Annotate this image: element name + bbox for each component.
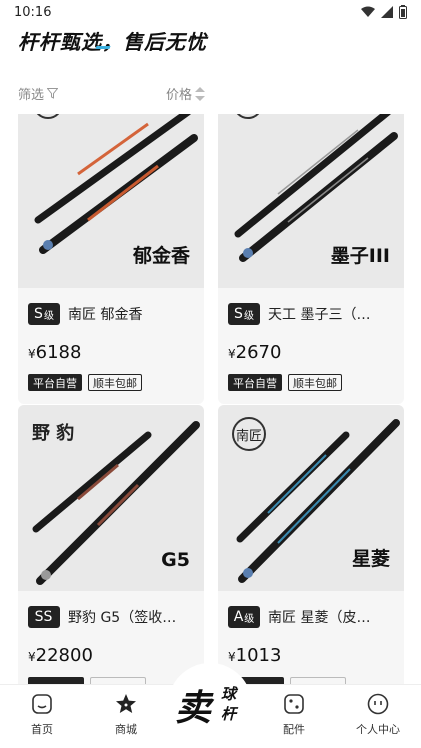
dice-icon xyxy=(284,694,304,714)
price-sort-label: 价格 xyxy=(166,88,193,103)
brand-seal: 南匠 xyxy=(232,417,266,451)
sell-sub-label-2: 杆 xyxy=(221,705,237,723)
sell-cue-button[interactable]: 卖 球 杆 xyxy=(168,663,252,747)
home-icon xyxy=(32,694,52,714)
sort-icon xyxy=(195,86,206,101)
nav-parts[interactable]: 配件 xyxy=(264,693,324,737)
product-title: 南匠 郁金香 xyxy=(68,307,143,323)
status-bar: 10:16 xyxy=(0,0,421,24)
smile-icon xyxy=(367,693,389,715)
nav-profile[interactable]: 个人中心 xyxy=(348,693,408,737)
product-title: 天工 墨子三（… xyxy=(268,307,371,323)
nav-home-label: 首页 xyxy=(31,723,53,736)
filter-label: 筛选 xyxy=(18,88,45,103)
nav-mall-label: 商城 xyxy=(115,723,137,736)
grade-badge: S级 xyxy=(28,303,60,325)
filter-bar: 筛选 价格 xyxy=(0,84,421,108)
product-price: ¥22800 xyxy=(28,645,93,666)
sell-label: 卖 xyxy=(175,688,212,729)
grade-badge: SS xyxy=(28,606,60,628)
product-title: 野豹 G5（签收… xyxy=(68,610,177,626)
product-image: 墨子III xyxy=(218,114,404,288)
product-card[interactable]: 郁金香 S级 南匠 郁金香 ¥6188 平台自营 顺丰包邮 xyxy=(18,114,204,404)
image-caption: G5 xyxy=(161,549,190,571)
tag-self-operated xyxy=(28,677,84,684)
grade-badge: A级 xyxy=(228,606,260,628)
wifi-icon xyxy=(361,6,375,17)
image-caption: 郁金香 xyxy=(132,245,190,267)
product-card[interactable]: 南匠 星菱 A级 南匠 星菱（皮… ¥1013 xyxy=(218,405,404,684)
nav-profile-label: 个人中心 xyxy=(356,723,400,736)
product-grid: 郁金香 S级 南匠 郁金香 ¥6188 平台自营 顺丰包邮 墨子III S 级 … xyxy=(0,114,421,684)
page-title: 杆杆甄选，售后无忧 xyxy=(18,30,207,54)
tag-free-shipping: 顺丰包邮 xyxy=(88,374,142,391)
nav-mall[interactable]: 商城 xyxy=(96,693,156,737)
image-caption: 星菱 xyxy=(351,548,390,570)
product-price: ¥2670 xyxy=(228,342,282,363)
status-time: 10:16 xyxy=(14,4,52,20)
tag-self-operated: 平台自营 xyxy=(28,374,82,391)
product-title: 南匠 星菱（皮… xyxy=(268,610,371,626)
price-sort-button[interactable]: 价格 xyxy=(166,84,206,103)
nav-home[interactable]: 首页 xyxy=(12,693,72,737)
product-card[interactable]: 野 豹 G5 SS 野豹 G5（签收… ¥22800 xyxy=(18,405,204,684)
status-icons xyxy=(361,5,407,19)
tag-free-shipping: 顺丰包邮 xyxy=(288,374,342,391)
battery-icon xyxy=(399,5,407,19)
product-card[interactable]: 墨子III S级 天工 墨子三（… ¥2670 平台自营 顺丰包邮 xyxy=(218,114,404,404)
slogan-accent xyxy=(95,46,111,49)
product-image: 南匠 星菱 xyxy=(218,405,404,591)
product-price: ¥6188 xyxy=(28,342,82,363)
product-price: ¥1013 xyxy=(228,645,282,666)
brand-mark: 野 豹 xyxy=(32,423,75,444)
signal-icon xyxy=(381,6,393,18)
page-header: 杆杆甄选，售后无忧 xyxy=(0,26,421,60)
grade-badge: S级 xyxy=(228,303,260,325)
star-icon xyxy=(116,694,136,713)
nav-parts-label: 配件 xyxy=(283,723,305,736)
filter-icon xyxy=(47,88,59,99)
bottom-nav: 首页 商城 卖 球 杆 配件 个人中心 xyxy=(0,663,421,748)
sell-sub-label-1: 球 xyxy=(221,685,237,703)
tag-self-operated: 平台自营 xyxy=(228,374,282,391)
image-caption: 墨子III xyxy=(330,245,390,267)
product-image: 野 豹 G5 xyxy=(18,405,204,591)
tag-free-shipping xyxy=(290,677,346,684)
product-image: 郁金香 xyxy=(18,114,204,288)
filter-button[interactable]: 筛选 xyxy=(18,84,59,103)
tag-free-shipping xyxy=(90,677,146,684)
